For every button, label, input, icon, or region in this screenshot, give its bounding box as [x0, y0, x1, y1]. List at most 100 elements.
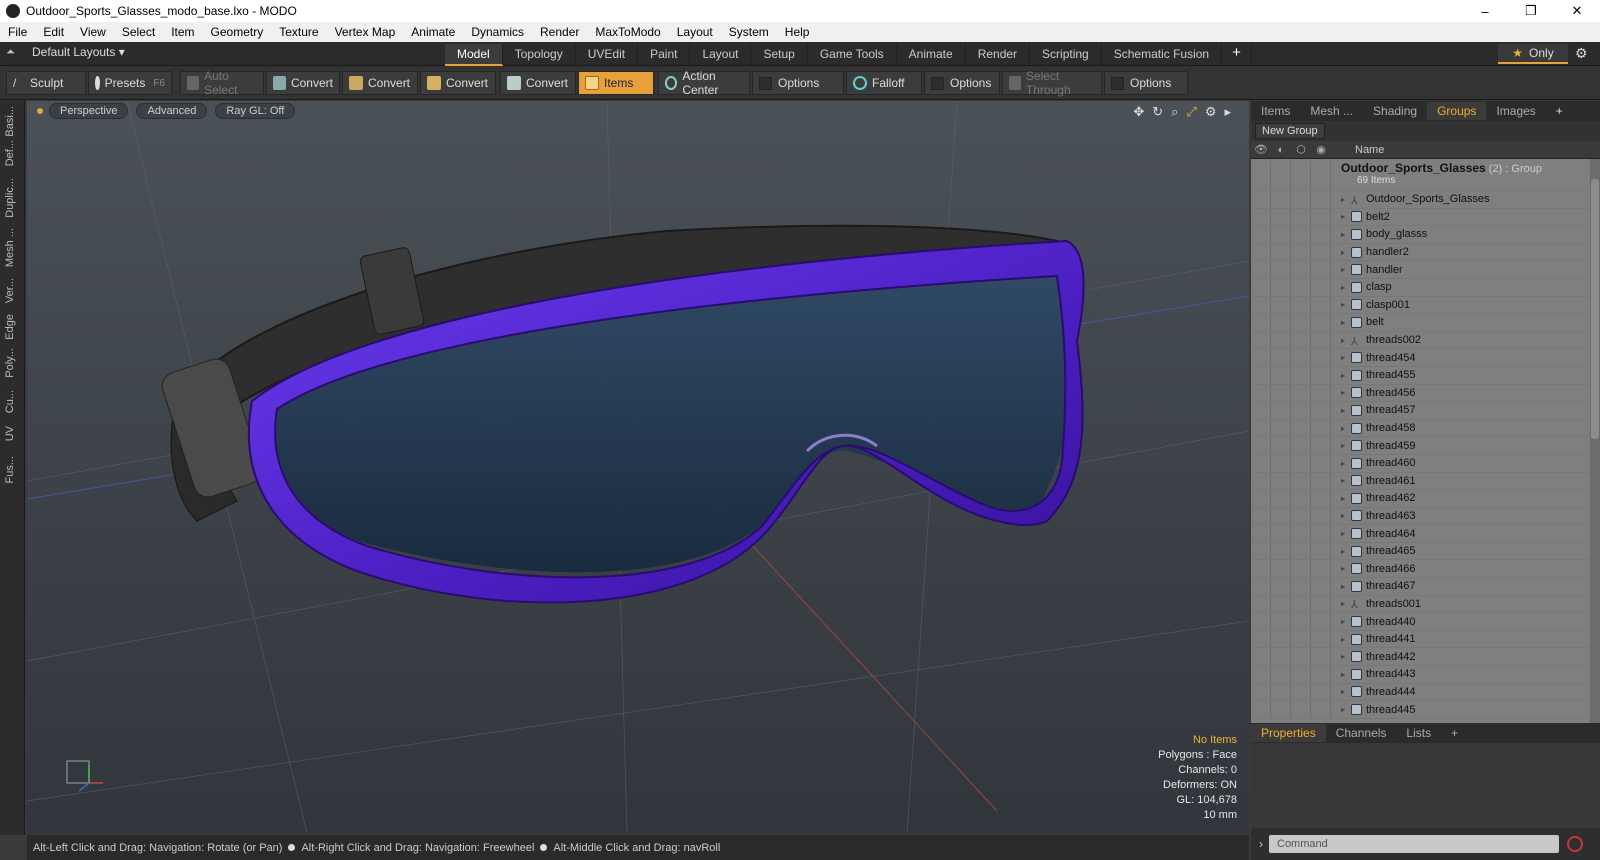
fit-icon[interactable]: ⤢ [1186, 104, 1196, 120]
sculpt-button[interactable]: / Sculpt [6, 71, 86, 95]
layouts-dropdown[interactable]: ⏶ Default Layouts ▾ [6, 45, 125, 59]
falloff-button[interactable]: Falloff [846, 71, 922, 95]
menu-maxtomodo[interactable]: MaxToModo [587, 25, 668, 39]
menu-animate[interactable]: Animate [403, 25, 463, 39]
expand-arrow-icon[interactable]: ▸ [1341, 248, 1351, 257]
group-item-row[interactable]: ▸ thread462 [1251, 490, 1600, 508]
menu-item[interactable]: Item [163, 25, 202, 39]
viewport-dot-icon[interactable] [37, 108, 43, 114]
group-item-row[interactable]: ▸ belt [1251, 314, 1600, 332]
menu-system[interactable]: System [721, 25, 777, 39]
expand-arrow-icon[interactable]: ▸ [1341, 494, 1351, 503]
group-item-row[interactable]: ▸ belt2 [1251, 208, 1600, 227]
menu-edit[interactable]: Edit [35, 25, 72, 39]
group-item-row[interactable]: ▸ thread440 [1251, 613, 1600, 631]
tab-game-tools[interactable]: Game Tools [808, 44, 897, 66]
strip-tab-fusion[interactable]: Fus... [4, 456, 16, 484]
group-item-row[interactable]: ▸ handler2 [1251, 243, 1600, 262]
expand-arrow-icon[interactable]: ▸ [1341, 547, 1351, 556]
expand-arrow-icon[interactable]: ▸ [1341, 459, 1351, 468]
tab-mesh[interactable]: Mesh ... [1300, 102, 1363, 120]
group-item-row[interactable]: ▸ thread461 [1251, 472, 1600, 491]
menu-dynamics[interactable]: Dynamics [463, 25, 532, 39]
action-center-button[interactable]: Action Center [658, 69, 750, 97]
group-item-row[interactable]: ▸ thread456 [1251, 384, 1600, 403]
groups-scrollbar[interactable] [1590, 159, 1600, 739]
viewport-gear-icon[interactable]: ⚙ [1205, 104, 1217, 120]
add-panel-tab-icon[interactable]: + [1546, 102, 1573, 120]
group-item-row[interactable]: ▸ ⅄ threads001 [1251, 595, 1600, 614]
expand-arrow-icon[interactable]: ▸ [1341, 371, 1351, 380]
group-item-row[interactable]: ▸ thread460 [1251, 454, 1600, 473]
expand-arrow-icon[interactable]: ▸ [1341, 705, 1351, 714]
group-item-row[interactable]: ▸ thread466 [1251, 560, 1600, 579]
command-history-icon[interactable]: › [1259, 837, 1263, 851]
restore-button[interactable]: ❐ [1508, 0, 1554, 22]
group-item-row[interactable]: ▸ thread458 [1251, 419, 1600, 438]
tab-lists[interactable]: Lists [1396, 724, 1441, 742]
scrollbar-thumb[interactable] [1591, 179, 1599, 439]
menu-texture[interactable]: Texture [271, 25, 326, 39]
rotate-icon[interactable]: ↻ [1152, 104, 1163, 120]
minimize-button[interactable]: – [1462, 0, 1508, 22]
group-item-row[interactable]: ▸ thread444 [1251, 683, 1600, 702]
group-item-row[interactable]: ▸ thread459 [1251, 437, 1600, 455]
items-button[interactable]: Items [578, 71, 654, 95]
lock-header-icon[interactable]: ⬡ [1291, 143, 1311, 156]
strip-tab-deform[interactable]: Def... [4, 140, 16, 166]
tab-render[interactable]: Render [966, 44, 1031, 66]
options-checkbox-3[interactable] [1111, 76, 1124, 90]
layout-collapse-icon[interactable]: ⏶ [6, 46, 18, 58]
zoom-icon[interactable]: ⌕ [1171, 104, 1178, 120]
group-item-row[interactable]: ▸ thread465 [1251, 542, 1600, 561]
tab-layout[interactable]: Layout [690, 44, 752, 66]
tab-model[interactable]: Model [445, 44, 503, 66]
menu-layout[interactable]: Layout [669, 25, 721, 39]
only-toggle[interactable]: ★ Only [1498, 44, 1568, 64]
tab-animate[interactable]: Animate [897, 44, 966, 66]
add-tab-button[interactable]: + [1222, 44, 1252, 66]
tab-images[interactable]: Images [1486, 102, 1545, 120]
command-input[interactable]: Command [1269, 835, 1559, 853]
name-column-header[interactable]: Name [1355, 144, 1384, 156]
menu-file[interactable]: File [0, 25, 35, 39]
options-checkbox-1[interactable] [759, 76, 772, 90]
expand-arrow-icon[interactable]: ▸ [1341, 336, 1351, 345]
expand-arrow-icon[interactable]: ▸ [1341, 599, 1351, 608]
select-header-icon[interactable]: ◉ [1311, 143, 1331, 156]
visibility-header-icon[interactable]: 👁 [1251, 143, 1271, 156]
menu-select[interactable]: Select [114, 25, 163, 39]
add-bottom-tab-icon[interactable]: + [1441, 724, 1468, 742]
group-item-row[interactable]: ▸ thread454 [1251, 349, 1600, 367]
expand-arrow-icon[interactable]: ▸ [1341, 582, 1351, 591]
strip-tab-duplicate[interactable]: Duplic... [4, 178, 16, 218]
strip-tab-mesh[interactable]: Mesh ... [4, 228, 16, 267]
group-item-row[interactable]: ▸ thread442 [1251, 648, 1600, 667]
expand-arrow-icon[interactable]: ▸ [1341, 441, 1351, 450]
group-item-row[interactable]: ▸ handler [1251, 261, 1600, 279]
expand-arrow-icon[interactable]: ▸ [1341, 283, 1351, 292]
tab-scripting[interactable]: Scripting [1030, 44, 1102, 66]
expand-arrow-icon[interactable]: ▸ [1341, 318, 1351, 327]
expand-arrow-icon[interactable]: ▸ [1341, 388, 1351, 397]
group-item-row[interactable]: ▸ thread455 [1251, 366, 1600, 385]
auto-select-button[interactable]: Auto Select [180, 69, 264, 97]
strip-tab-edge[interactable]: Edge [4, 314, 16, 340]
group-item-row[interactable]: ▸ thread441 [1251, 630, 1600, 649]
group-item-row[interactable]: ▸ thread467 [1251, 578, 1600, 596]
convert-materials-button[interactable]: Convert [500, 71, 576, 95]
tab-topology[interactable]: Topology [503, 44, 576, 66]
group-item-row[interactable]: ▸ thread463 [1251, 507, 1600, 526]
tab-groups[interactable]: Groups [1427, 102, 1487, 120]
expand-arrow-icon[interactable]: ▸ [1341, 476, 1351, 485]
group-item-row[interactable]: ▸ clasp [1251, 278, 1600, 297]
menu-render[interactable]: Render [532, 25, 587, 39]
tab-channels[interactable]: Channels [1326, 724, 1397, 742]
new-group-button[interactable]: New Group [1255, 123, 1325, 139]
expand-arrow-icon[interactable]: ▸ [1341, 652, 1351, 661]
expand-arrow-icon[interactable]: ▸ [1341, 353, 1351, 362]
tab-properties[interactable]: Properties [1251, 724, 1326, 742]
record-macro-icon[interactable] [1567, 836, 1583, 852]
group-item-row[interactable]: ▸ thread457 [1251, 402, 1600, 420]
group-item-row[interactable]: ▸ thread445 [1251, 701, 1600, 719]
